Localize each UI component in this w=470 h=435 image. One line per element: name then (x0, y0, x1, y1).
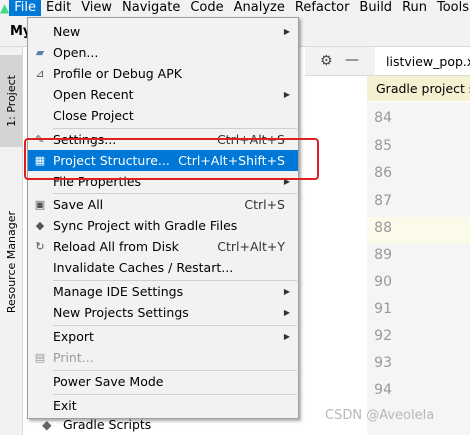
menu-item-label: Open Recent (53, 87, 134, 102)
menu-item-label: Power Save Mode (53, 374, 164, 389)
menu-run[interactable]: Run (397, 0, 432, 16)
menu-code[interactable]: Code (185, 0, 228, 16)
menu-item-open[interactable]: ▰ Open... (28, 42, 298, 63)
line-number: 86 (374, 165, 392, 181)
menu-item-label: Reload All from Disk (53, 239, 179, 254)
gear-icon[interactable]: ⚙ (320, 53, 333, 69)
menu-bar: ▲ File Edit View Navigate Code Analyze R… (0, 0, 470, 16)
menu-item-new[interactable]: New ▶ (28, 21, 298, 42)
menu-item-label: New Projects Settings (53, 305, 189, 320)
menu-item-label: Export (53, 329, 94, 344)
save-icon: ▣ (34, 198, 46, 211)
submenu-arrow-icon: ▶ (283, 90, 290, 99)
line-number: 91 (374, 301, 392, 317)
menu-item-shortcut: Ctrl+Alt+Y (217, 239, 285, 254)
menu-item-label: Sync Project with Gradle Files (53, 218, 238, 233)
menu-item-label: Print... (53, 350, 94, 365)
submenu-arrow-icon: ▶ (283, 332, 290, 341)
menu-item-sync-gradle[interactable]: ◆ Sync Project with Gradle Files (28, 215, 298, 236)
menu-item-print[interactable]: ▤ Print... (28, 347, 298, 368)
line-number: 85 (374, 138, 392, 154)
menu-item-exit[interactable]: Exit (28, 395, 298, 416)
android-icon: ▲ (0, 1, 10, 15)
gradle-sync-notice-text: Gradle project sync (376, 81, 470, 96)
menu-item-label: New (53, 24, 81, 39)
menu-item-export[interactable]: Export ▶ (28, 326, 298, 347)
menu-item-label: Invalidate Caches / Restart... (53, 260, 234, 275)
menu-analyze[interactable]: Analyze (229, 0, 290, 16)
gradle-sync-icon: ◆ (35, 219, 45, 232)
menu-refactor[interactable]: Refactor (290, 0, 355, 16)
line-number: 90 (374, 274, 392, 290)
line-number: 94 (374, 382, 392, 398)
tab-resource-manager-label: Resource Manager (4, 210, 18, 314)
menu-item-power-save-mode[interactable]: Power Save Mode (28, 371, 298, 392)
menu-item-label: Exit (53, 398, 77, 413)
menu-item-invalidate-caches[interactable]: Invalidate Caches / Restart... (28, 257, 298, 278)
highlight-annotation-box (24, 138, 319, 180)
reload-icon: ↻ (35, 240, 45, 253)
editor-tab-bar: ⚙ — listview_pop.xml (305, 47, 470, 76)
tab-project[interactable]: 1: Project (0, 55, 22, 147)
line-number: 84 (374, 110, 392, 126)
menu-tools[interactable]: Tools (432, 0, 470, 16)
folder-icon: ▰ (35, 46, 45, 59)
menu-item-shortcut: Ctrl+S (244, 197, 285, 212)
menu-item-reload-from-disk[interactable]: ↻ Reload All from Disk Ctrl+Alt+Y (28, 236, 298, 257)
file-tab[interactable]: listview_pop.xml (375, 47, 470, 75)
file-tab-label: listview_pop.xml (386, 53, 470, 69)
submenu-arrow-icon: ▶ (283, 287, 290, 296)
menu-item-close-project[interactable]: Close Project (28, 105, 298, 126)
menu-item-label: Manage IDE Settings (53, 284, 184, 299)
left-tool-strip: 1: Project Resource Manager (0, 47, 23, 435)
profile-icon: ⊿ (35, 67, 45, 80)
menu-item-profile-debug-apk[interactable]: ⊿ Profile or Debug APK (28, 63, 298, 84)
submenu-arrow-icon: ▶ (283, 27, 290, 36)
file-menu: New ▶ ▰ Open... ⊿ Profile or Debug APK O… (27, 17, 299, 419)
line-number: 89 (374, 247, 392, 263)
menu-item-open-recent[interactable]: Open Recent ▶ (28, 84, 298, 105)
line-number: 88 (374, 220, 392, 236)
menu-item-label: Profile or Debug APK (53, 66, 182, 81)
editor-gutter: 84 85 86 87 88 89 90 91 92 93 94 (367, 102, 470, 435)
line-number: 92 (374, 328, 392, 344)
menu-item-save-all[interactable]: ▣ Save All Ctrl+S (28, 194, 298, 215)
menu-file[interactable]: File (9, 0, 41, 16)
menu-item-manage-ide-settings[interactable]: Manage IDE Settings ▶ (28, 281, 298, 302)
line-number: 87 (374, 193, 392, 209)
menu-build[interactable]: Build (354, 0, 397, 16)
gradle-sync-notice: Gradle project sync (367, 76, 470, 101)
minimize-icon[interactable]: — (345, 52, 359, 68)
menu-edit[interactable]: Edit (41, 0, 76, 16)
menu-item-label: Open... (53, 45, 99, 60)
line-number: 93 (374, 355, 392, 371)
tab-resource-manager[interactable]: Resource Manager (0, 197, 22, 327)
watermark: CSDN @Aveolela (325, 408, 435, 423)
menu-item-label: Save All (53, 197, 104, 212)
menu-item-new-projects-settings[interactable]: New Projects Settings ▶ (28, 302, 298, 323)
menu-navigate[interactable]: Navigate (117, 0, 185, 16)
submenu-arrow-icon: ▶ (283, 308, 290, 317)
print-icon: ▤ (34, 351, 46, 364)
tab-project-label: 1: Project (4, 75, 18, 127)
menu-view[interactable]: View (76, 0, 117, 16)
menu-item-label: Close Project (53, 108, 134, 123)
